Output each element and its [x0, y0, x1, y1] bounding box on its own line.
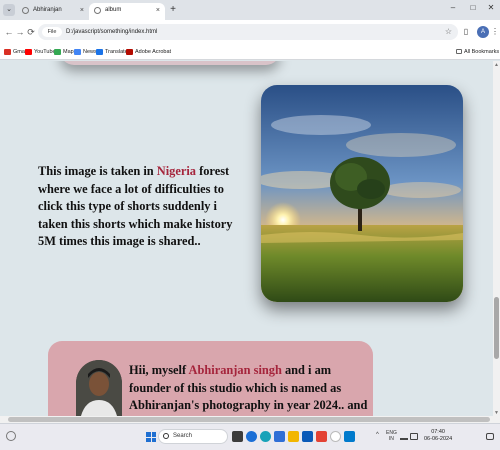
- globe-icon: [22, 7, 29, 14]
- weather-icon[interactable]: [6, 431, 16, 441]
- translate-icon: [96, 49, 103, 55]
- bookmark-label: Adobe Acrobat: [135, 49, 172, 55]
- globe-icon: [94, 7, 101, 14]
- bookmark-label: Translate: [105, 49, 128, 55]
- office-icon[interactable]: [316, 431, 327, 442]
- edge-icon[interactable]: [246, 431, 257, 442]
- founder-avatar: [76, 360, 122, 416]
- tab-strip: ⌄ Abhiranjan × album × + – □ ✕: [0, 0, 500, 20]
- file-explorer-icon[interactable]: [288, 431, 299, 442]
- bookmark-youtube[interactable]: YouTube: [25, 46, 56, 58]
- location-highlight: Nigeria: [156, 164, 196, 178]
- site-info-chip[interactable]: File: [42, 27, 62, 37]
- tab-title: Abhiranjan: [33, 7, 62, 13]
- language-indicator[interactable]: ENG IN: [386, 430, 397, 442]
- task-view-icon[interactable]: [232, 431, 243, 442]
- vertical-scroll-thumb[interactable]: [494, 297, 499, 359]
- bookmarks-bar: Gmail YouTube Maps News Translate Adobe …: [0, 44, 500, 60]
- gmail-icon: [4, 49, 11, 55]
- minimize-button[interactable]: –: [446, 3, 460, 12]
- all-bookmarks-label: All Bookmarks: [464, 49, 500, 55]
- tray-overflow-icon[interactable]: ^: [376, 432, 379, 438]
- horizontal-scrollbar[interactable]: [0, 416, 500, 423]
- windows-start-icon[interactable]: [146, 432, 156, 442]
- tab-search-button[interactable]: ⌄: [3, 4, 15, 16]
- maps-icon: [54, 49, 61, 55]
- search-placeholder: Search: [173, 433, 193, 439]
- reload-button[interactable]: ⟳: [25, 25, 37, 39]
- wifi-icon[interactable]: [400, 433, 408, 440]
- notifications-icon[interactable]: [486, 433, 494, 440]
- address-bar[interactable]: File D:/javascript/something/index.html …: [38, 24, 458, 40]
- menu-kebab-icon[interactable]: ⋮: [489, 26, 500, 38]
- profile-avatar[interactable]: A: [477, 26, 489, 38]
- close-tab-icon[interactable]: ×: [80, 3, 84, 18]
- system-clock[interactable]: 07:40 06-06-2024: [424, 429, 452, 443]
- bookmark-news[interactable]: News: [74, 46, 97, 58]
- tab-album[interactable]: album ×: [89, 3, 165, 20]
- bookmark-adobe-acrobat[interactable]: Adobe Acrobat: [126, 46, 171, 58]
- horizontal-scroll-thumb[interactable]: [8, 417, 490, 422]
- region-code: IN: [388, 436, 394, 442]
- speaker-icon[interactable]: [410, 433, 418, 440]
- mail-icon[interactable]: [274, 431, 285, 442]
- previous-card: [60, 61, 280, 65]
- url-text[interactable]: D:/javascript/something/index.html: [66, 24, 157, 40]
- chrome-icon[interactable]: [330, 431, 341, 442]
- scroll-up-arrow-icon[interactable]: ▲: [494, 62, 499, 68]
- extensions-icon[interactable]: ▯: [460, 26, 472, 38]
- acrobat-icon: [126, 49, 133, 55]
- bookmark-star-icon[interactable]: ☆: [445, 24, 452, 40]
- bookmark-label: News: [83, 49, 97, 55]
- bookmark-label: YouTube: [34, 49, 56, 55]
- page-viewport: This image is taken in Nigeria forest wh…: [0, 61, 493, 416]
- taskbar-search[interactable]: Search: [158, 429, 228, 444]
- all-bookmarks-button[interactable]: All Bookmarks: [456, 46, 499, 58]
- news-icon: [74, 49, 81, 55]
- about-card: Hii, myself Abhiranjan singh and i am fo…: [48, 341, 373, 416]
- close-tab-icon[interactable]: ×: [156, 3, 160, 18]
- landscape-photo: [261, 85, 463, 302]
- new-tab-button[interactable]: +: [167, 3, 179, 17]
- maximize-button[interactable]: □: [466, 3, 480, 12]
- vscode-icon[interactable]: [344, 431, 355, 442]
- search-icon: [163, 433, 169, 439]
- folder-icon: [456, 49, 462, 54]
- vertical-scrollbar[interactable]: ▲ ▼: [493, 61, 500, 416]
- taskbar: Search ^ ENG IN 07:40 06-06-2024: [0, 423, 500, 450]
- copilot-icon[interactable]: [260, 431, 271, 442]
- tab-title: album: [105, 7, 122, 13]
- clock-date: 06-06-2024: [424, 436, 453, 442]
- bookmark-translate[interactable]: Translate: [96, 46, 128, 58]
- browser-toolbar: ← → ⟳ File D:/javascript/something/index…: [0, 20, 500, 44]
- tab-abhiranjan[interactable]: Abhiranjan ×: [17, 3, 89, 20]
- about-text: Hii, myself Abhiranjan singh and i am fo…: [129, 362, 369, 416]
- photo-description: This image is taken in Nigeria forest wh…: [38, 163, 243, 251]
- store-icon[interactable]: [302, 431, 313, 442]
- youtube-icon: [25, 49, 32, 55]
- about-text-part: Hii, myself: [129, 363, 189, 377]
- clock-time: 07:40: [431, 429, 445, 435]
- description-text: This image is taken in: [38, 164, 157, 178]
- bookmark-gmail[interactable]: Gmail: [4, 46, 27, 58]
- close-window-button[interactable]: ✕: [484, 3, 498, 12]
- founder-name-highlight: Abhiranjan singh: [188, 363, 282, 377]
